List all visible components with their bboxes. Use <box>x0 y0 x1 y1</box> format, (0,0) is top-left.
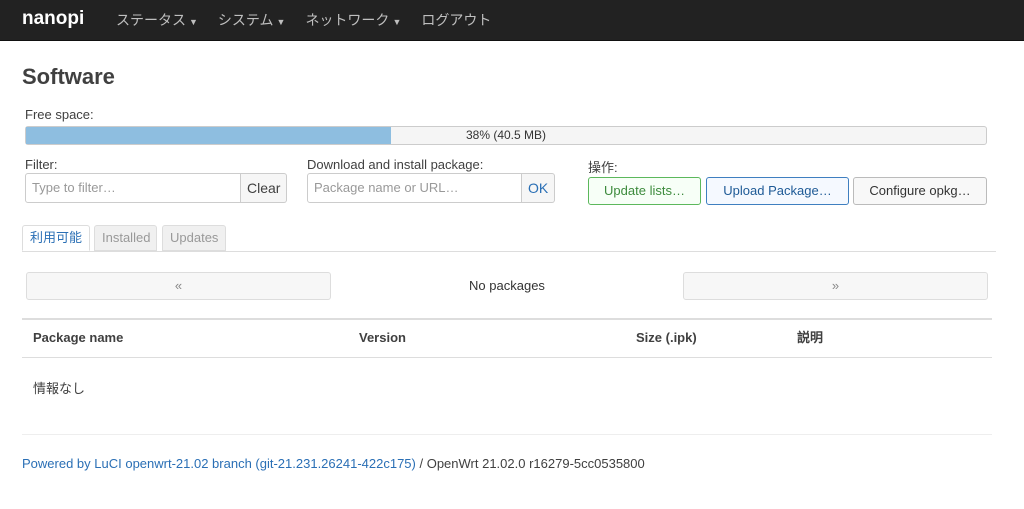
tab-installed[interactable]: Installed <box>94 225 157 251</box>
free-space-progress: 38% (40.5 MB) <box>25 126 987 145</box>
page-title: Software <box>22 64 115 89</box>
actions-label: 操作: <box>588 160 618 175</box>
package-url-input[interactable]: Package name or URL… <box>307 173 522 203</box>
filter-label: Filter: <box>25 157 58 172</box>
table-header: Package name Version Size (.ipk) 説明 <box>22 318 992 358</box>
ok-button[interactable]: OK <box>522 173 556 203</box>
col-package-name: Package name <box>33 330 124 345</box>
chevron-down-icon: ▼ <box>189 17 198 27</box>
update-lists-button[interactable]: Update lists… <box>588 177 701 205</box>
menu-system-label: システム <box>217 12 274 28</box>
download-group: Package name or URL… OK <box>307 173 556 203</box>
col-description: 説明 <box>797 330 824 345</box>
tab-bar: 利用可能 Installed Updates <box>22 225 996 252</box>
free-space-label: Free space: <box>25 107 94 122</box>
col-version: Version <box>359 330 406 345</box>
chevron-down-icon: ▼ <box>392 17 402 27</box>
openwrt-version: / OpenWrt 21.02.0 r16279-5cc0535800 <box>415 456 645 471</box>
menu-network-label: ネットワーク <box>305 12 390 28</box>
main-menu: ステータス ▼ システム ▼ ネットワーク ▼ ログアウト <box>116 0 501 40</box>
prev-page-button[interactable]: « <box>26 272 331 300</box>
tab-available[interactable]: 利用可能 <box>22 225 90 251</box>
filter-input[interactable]: Type to filter… <box>25 173 241 203</box>
top-navbar: nanopi ステータス ▼ システム ▼ ネットワーク ▼ ログアウト <box>0 0 1024 41</box>
configure-opkg-button[interactable]: Configure opkg… <box>853 177 987 205</box>
menu-logout[interactable]: ログアウト <box>411 0 501 40</box>
menu-status[interactable]: ステータス ▼ <box>116 0 208 40</box>
next-page-button[interactable]: » <box>683 272 988 300</box>
footer: Powered by LuCI openwrt-21.02 branch (gi… <box>22 456 645 471</box>
progress-text: 38% (40.5 MB) <box>465 128 547 142</box>
filter-group: Type to filter… Clear <box>25 173 288 203</box>
menu-status-label: ステータス <box>116 12 186 28</box>
brand-logo[interactable]: nanopi <box>22 8 84 30</box>
menu-system[interactable]: システム ▼ <box>208 0 296 40</box>
footer-divider <box>22 434 992 435</box>
menu-network[interactable]: ネットワーク ▼ <box>295 0 411 40</box>
menu-logout-label: ログアウト <box>421 12 492 28</box>
clear-button[interactable]: Clear <box>241 173 288 203</box>
chevron-down-icon: ▼ <box>276 17 286 27</box>
col-size: Size (.ipk) <box>636 330 697 345</box>
empty-table-message: 情報なし <box>33 381 86 396</box>
tab-updates[interactable]: Updates <box>162 225 226 251</box>
upload-package-button[interactable]: Upload Package… <box>706 177 849 205</box>
luci-link[interactable]: Powered by LuCI openwrt-21.02 branch (gi… <box>22 456 416 471</box>
download-label: Download and install package: <box>307 157 484 172</box>
pager-status: No packages <box>469 278 545 293</box>
